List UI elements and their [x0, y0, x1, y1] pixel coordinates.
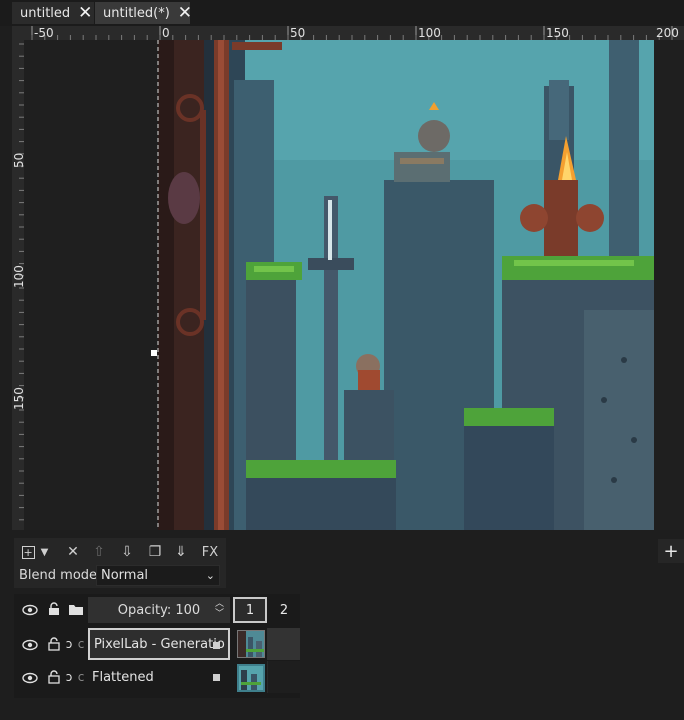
tab-label: untitled [20, 5, 71, 21]
frame-1[interactable]: 1 [233, 597, 267, 623]
eye-icon[interactable] [22, 637, 38, 653]
opacity-label: Opacity: 100 [117, 602, 201, 618]
ruler-label: -50 [34, 26, 54, 40]
layer-thumbnail[interactable] [237, 664, 265, 692]
eye-icon[interactable] [22, 602, 38, 618]
ruler-label: 150 [546, 26, 569, 40]
add-layer-button[interactable]: + ▼ [18, 541, 52, 563]
link-icon[interactable]: ↄ [64, 669, 74, 685]
move-layer-up-button[interactable]: ⇧ [88, 541, 110, 563]
canvas-viewport[interactable] [24, 40, 654, 530]
duplicate-icon: ❐ [148, 544, 162, 560]
lock-icon[interactable] [46, 669, 62, 685]
folder-icon[interactable] [68, 601, 84, 617]
close-icon[interactable]: ✕ [78, 4, 92, 22]
layer-row-pixellab[interactable]: PixelLab - Generatio [88, 628, 230, 660]
layer-name: PixelLab - Generatio [94, 636, 225, 652]
merge-down-button[interactable]: ⇓ [170, 541, 192, 563]
lock-icon[interactable] [46, 601, 62, 617]
arrow-up-icon: ⇧ [93, 544, 105, 560]
vertical-ruler: 50 100 150 [12, 40, 26, 530]
move-layer-down-button[interactable]: ⇩ [116, 541, 138, 563]
chevron-down-icon: ▼ [40, 546, 49, 558]
horizontal-ruler: -50 0 50 100 150 200 [12, 26, 684, 40]
spin-arrows-icon[interactable]: ︿ ﹀ [215, 599, 224, 619]
chevron-down-icon: ⌄ [205, 569, 215, 582]
add-panel-button[interactable]: + [658, 539, 684, 563]
fx-label: FX [201, 544, 219, 560]
arrow-down-icon: ⇩ [121, 544, 133, 560]
tab-label: untitled(*) [103, 5, 170, 21]
opacity-field[interactable]: Opacity: 100 ︿ ﹀ [88, 597, 230, 623]
ruler-label: 50 [290, 26, 306, 40]
frame-number: 2 [279, 602, 289, 618]
eye-icon[interactable] [22, 670, 38, 686]
link-icon[interactable]: ↄ [64, 636, 74, 652]
layer-name: Flattened [92, 669, 154, 685]
pixel-art-image [24, 40, 654, 530]
frame-2[interactable]: 2 [267, 597, 301, 623]
clip-icon[interactable]: c [76, 669, 86, 685]
frame-2-cell[interactable] [267, 628, 300, 660]
layer-row-flattened[interactable]: Flattened [88, 661, 230, 693]
tab-untitled-modified[interactable]: untitled(*) ✕ [95, 2, 192, 24]
fx-button[interactable]: FX [198, 541, 222, 563]
duplicate-layer-button[interactable]: ❐ [144, 541, 166, 563]
layer-color-tag-icon [213, 674, 220, 681]
canvas-side-gutter [654, 40, 684, 530]
plus-icon: + [21, 545, 35, 559]
ruler-label: 0 [162, 26, 170, 40]
blend-mode-label: Blend mode: [19, 568, 102, 583]
clip-icon[interactable]: c [76, 636, 86, 652]
delete-layer-button[interactable]: ✕ [62, 541, 84, 563]
merge-down-icon: ⇓ [175, 544, 187, 560]
layer-thumbnail[interactable] [237, 630, 265, 658]
ruler-label: 100 [418, 26, 441, 40]
tab-untitled[interactable]: untitled ✕ [12, 2, 94, 24]
delete-icon: ✕ [67, 544, 79, 560]
frame-2-cell[interactable] [267, 661, 301, 693]
lock-icon[interactable] [46, 636, 62, 652]
ruler-label: 200 [656, 26, 679, 40]
layer-color-tag-icon [213, 642, 220, 649]
plus-icon: + [663, 540, 679, 562]
blend-mode-value: Normal [101, 568, 149, 583]
close-icon[interactable]: ✕ [178, 4, 192, 22]
blend-mode-select[interactable]: Normal ⌄ [96, 565, 220, 586]
frame-number: 1 [245, 602, 255, 618]
